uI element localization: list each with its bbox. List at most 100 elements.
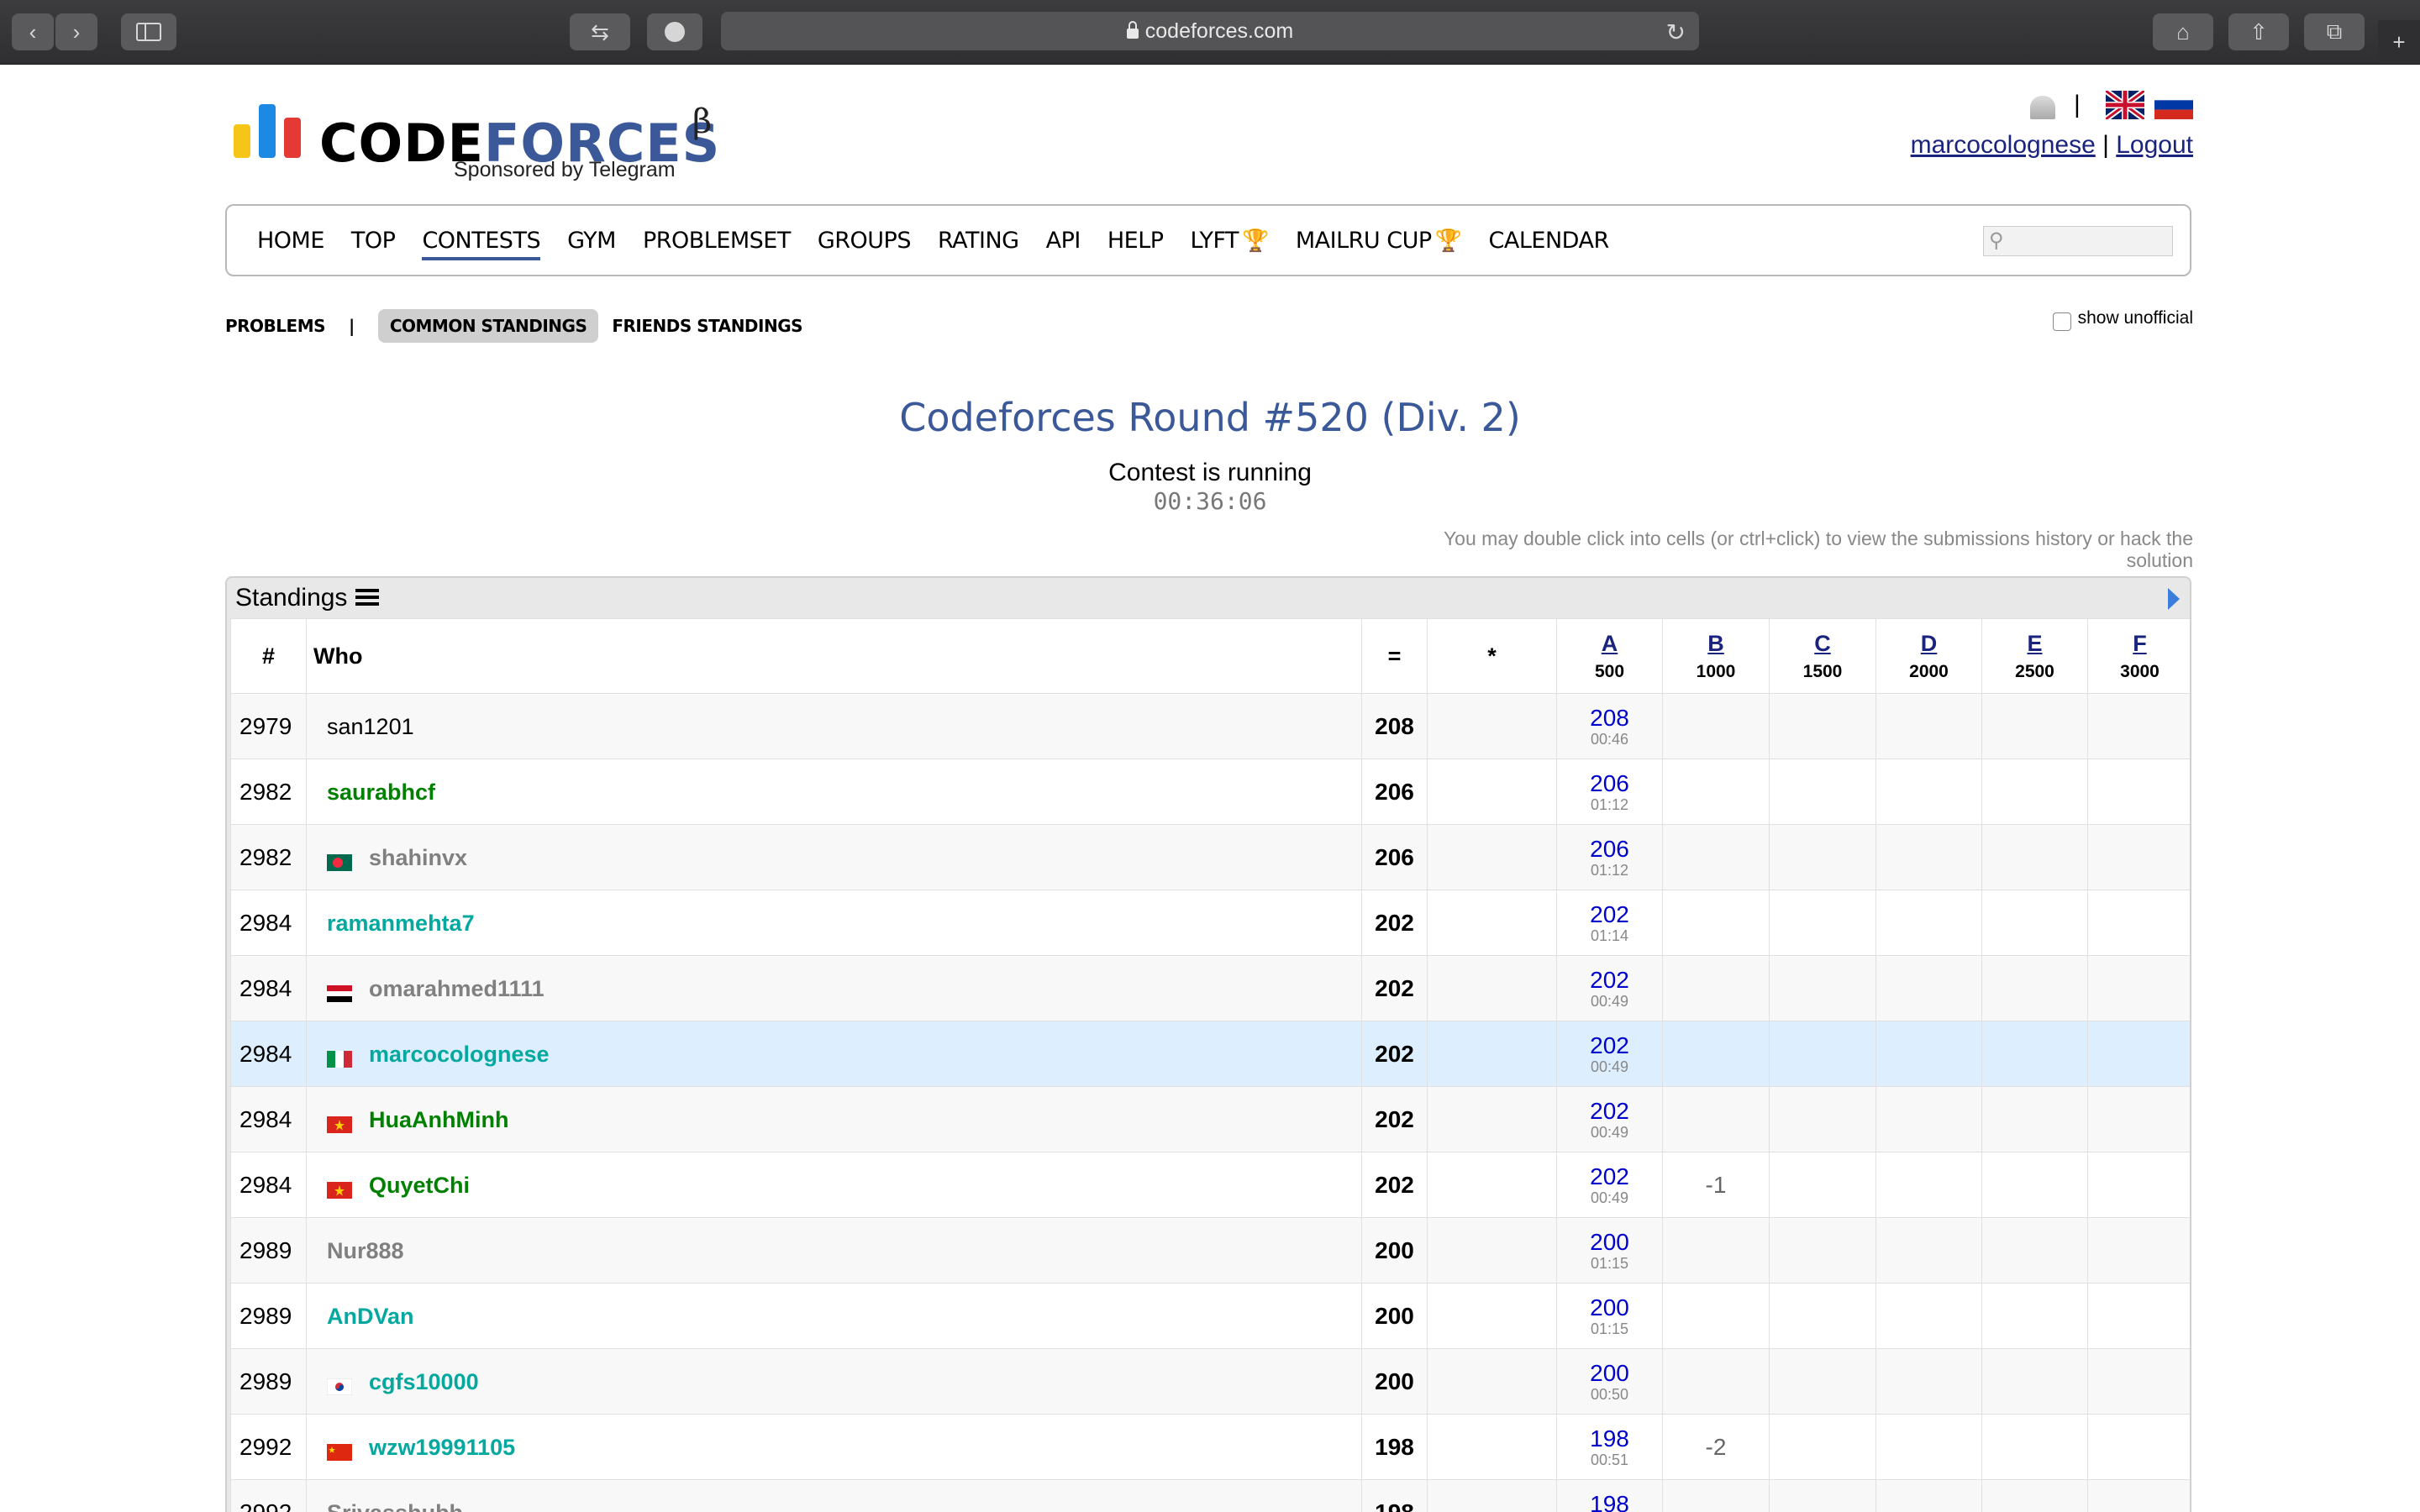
tabs-button[interactable]: ⧉ xyxy=(2304,13,2365,50)
participant-link[interactable]: Srivasshubh xyxy=(327,1500,463,1512)
russian-flag-icon[interactable] xyxy=(2154,91,2193,123)
problem-b-cell[interactable] xyxy=(1662,1086,1770,1152)
list-icon[interactable] xyxy=(355,589,380,607)
show-unofficial-checkbox[interactable] xyxy=(2052,312,2071,331)
problem-b-cell[interactable] xyxy=(1662,890,1770,956)
problem-f-link[interactable]: F xyxy=(2089,631,2190,657)
problem-e-cell[interactable] xyxy=(1981,1086,2088,1152)
reload-icon[interactable]: ↻ xyxy=(1666,18,1686,46)
problem-d-cell[interactable] xyxy=(1876,1152,1982,1218)
participant-link[interactable]: Nur888 xyxy=(327,1238,404,1263)
problem-b-cell[interactable]: -2 xyxy=(1662,1414,1770,1480)
problem-e-cell[interactable] xyxy=(1981,1283,2088,1349)
nav-item-home[interactable]: HOME xyxy=(257,228,324,260)
sidebar-button[interactable] xyxy=(121,13,176,50)
problem-c-cell[interactable] xyxy=(1769,1348,1876,1415)
nav-item-calendar[interactable]: CALENDAR xyxy=(1489,228,1610,260)
notification-bell-icon[interactable] xyxy=(2030,91,2055,119)
nav-item-gym[interactable]: GYM xyxy=(567,228,616,260)
problem-b-cell[interactable] xyxy=(1662,1021,1770,1087)
nav-item-contests[interactable]: CONTESTS xyxy=(422,228,541,260)
problem-a-cell[interactable]: 200 01:15 xyxy=(1556,1217,1663,1284)
problem-d-cell[interactable] xyxy=(1876,1414,1982,1480)
problem-e-cell[interactable] xyxy=(1981,1152,2088,1218)
problem-a-cell[interactable]: 208 00:46 xyxy=(1556,693,1663,759)
problem-d-cell[interactable] xyxy=(1876,890,1982,956)
problem-a-cell[interactable]: 200 01:15 xyxy=(1556,1283,1663,1349)
nav-item-groups[interactable]: GROUPS xyxy=(818,228,912,260)
contest-title[interactable]: Codeforces Round #520 (Div. 2) xyxy=(0,395,2420,440)
problem-c-cell[interactable] xyxy=(1769,955,1876,1021)
problem-d-cell[interactable] xyxy=(1876,759,1982,825)
rank-header[interactable]: # xyxy=(230,618,307,694)
problem-f-cell[interactable] xyxy=(2087,693,2190,759)
problem-d-link[interactable]: D xyxy=(1877,631,1981,657)
nav-item-api[interactable]: API xyxy=(1046,228,1081,260)
problem-d-cell[interactable] xyxy=(1876,824,1982,890)
nav-item-rating[interactable]: RATING xyxy=(938,228,1019,260)
problem-b-cell[interactable] xyxy=(1662,1283,1770,1349)
problem-f-cell[interactable] xyxy=(2087,1217,2190,1284)
problem-a-cell[interactable]: 198 00:51 xyxy=(1556,1414,1663,1480)
problem-a-cell[interactable]: 202 01:14 xyxy=(1556,890,1663,956)
penalty-header[interactable]: * xyxy=(1427,618,1557,694)
problem-d-cell[interactable] xyxy=(1876,1479,1982,1512)
nav-item-top[interactable]: TOP xyxy=(351,228,396,260)
problem-b-cell[interactable] xyxy=(1662,1348,1770,1415)
problem-a-link[interactable]: A xyxy=(1558,631,1661,657)
problem-e-cell[interactable] xyxy=(1981,1217,2088,1284)
logout-link[interactable]: Logout xyxy=(2116,131,2193,159)
problem-a-cell[interactable]: 19801:16 xyxy=(1556,1479,1663,1512)
home-button[interactable]: ⌂ xyxy=(2153,13,2213,50)
problem-e-cell[interactable] xyxy=(1981,1479,2088,1512)
participant-link[interactable]: HuaAnhMinh xyxy=(369,1107,508,1132)
problem-f-cell[interactable] xyxy=(2087,824,2190,890)
who-header[interactable]: Who xyxy=(306,618,1362,694)
problem-f-cell[interactable] xyxy=(2087,1283,2190,1349)
problem-e-cell[interactable] xyxy=(1981,824,2088,890)
new-tab-button[interactable]: + xyxy=(2378,20,2420,64)
problem-d-cell[interactable] xyxy=(1876,1021,1982,1087)
participant-link[interactable]: QuyetChi xyxy=(369,1173,470,1198)
nav-item-mailru-cup[interactable]: MAILRU CUP 🏆 xyxy=(1296,228,1462,260)
problems-tab[interactable]: PROBLEMS xyxy=(225,316,326,336)
problem-c-cell[interactable] xyxy=(1769,890,1876,956)
participant-link[interactable]: wzw19991105 xyxy=(369,1435,515,1460)
share-arrows-button[interactable]: ⇆ xyxy=(570,13,630,50)
problem-b-cell[interactable] xyxy=(1662,759,1770,825)
profile-link[interactable]: marcocolognese xyxy=(1911,131,2096,159)
english-flag-icon[interactable] xyxy=(2103,88,2147,123)
problem-c-cell[interactable] xyxy=(1769,1217,1876,1284)
problem-b-cell[interactable] xyxy=(1662,1479,1770,1512)
show-unofficial-toggle[interactable]: show unofficial xyxy=(2052,306,2193,331)
problem-c-cell[interactable] xyxy=(1769,824,1876,890)
problem-f-cell[interactable] xyxy=(2087,1152,2190,1218)
problem-a-cell[interactable]: 202 00:49 xyxy=(1556,1021,1663,1087)
problem-d-cell[interactable] xyxy=(1876,1283,1982,1349)
problem-e-link[interactable]: E xyxy=(1983,631,2086,657)
problem-c-cell[interactable] xyxy=(1769,1086,1876,1152)
problem-b-cell[interactable]: -1 xyxy=(1662,1152,1770,1218)
problem-c-cell[interactable] xyxy=(1769,1479,1876,1512)
problem-b-cell[interactable] xyxy=(1662,693,1770,759)
participant-link[interactable]: cgfs10000 xyxy=(369,1369,479,1394)
problem-c-cell[interactable] xyxy=(1769,759,1876,825)
problem-e-cell[interactable] xyxy=(1981,890,2088,956)
problem-c-cell[interactable] xyxy=(1769,1021,1876,1087)
problem-b-cell[interactable] xyxy=(1662,955,1770,1021)
participant-link[interactable]: AnDVan xyxy=(327,1304,414,1329)
nav-item-help[interactable]: HELP xyxy=(1107,228,1164,260)
friends-standings-tab[interactable]: FRIENDS STANDINGS xyxy=(612,316,802,336)
problem-f-cell[interactable] xyxy=(2087,759,2190,825)
problem-c-cell[interactable] xyxy=(1769,1414,1876,1480)
next-page-arrow-icon[interactable] xyxy=(2168,588,2180,610)
problem-c-cell[interactable] xyxy=(1769,693,1876,759)
problem-a-cell[interactable]: 206 01:12 xyxy=(1556,824,1663,890)
problem-d-cell[interactable] xyxy=(1876,1217,1982,1284)
codeforces-logo[interactable]: CODEFORCES β Sponsored by Telegram xyxy=(232,102,719,188)
problem-d-cell[interactable] xyxy=(1876,955,1982,1021)
problem-a-cell[interactable]: 206 01:12 xyxy=(1556,759,1663,825)
back-button[interactable]: ‹ xyxy=(12,13,54,50)
problem-f-cell[interactable] xyxy=(2087,955,2190,1021)
participant-link[interactable]: ramanmehta7 xyxy=(327,911,475,936)
